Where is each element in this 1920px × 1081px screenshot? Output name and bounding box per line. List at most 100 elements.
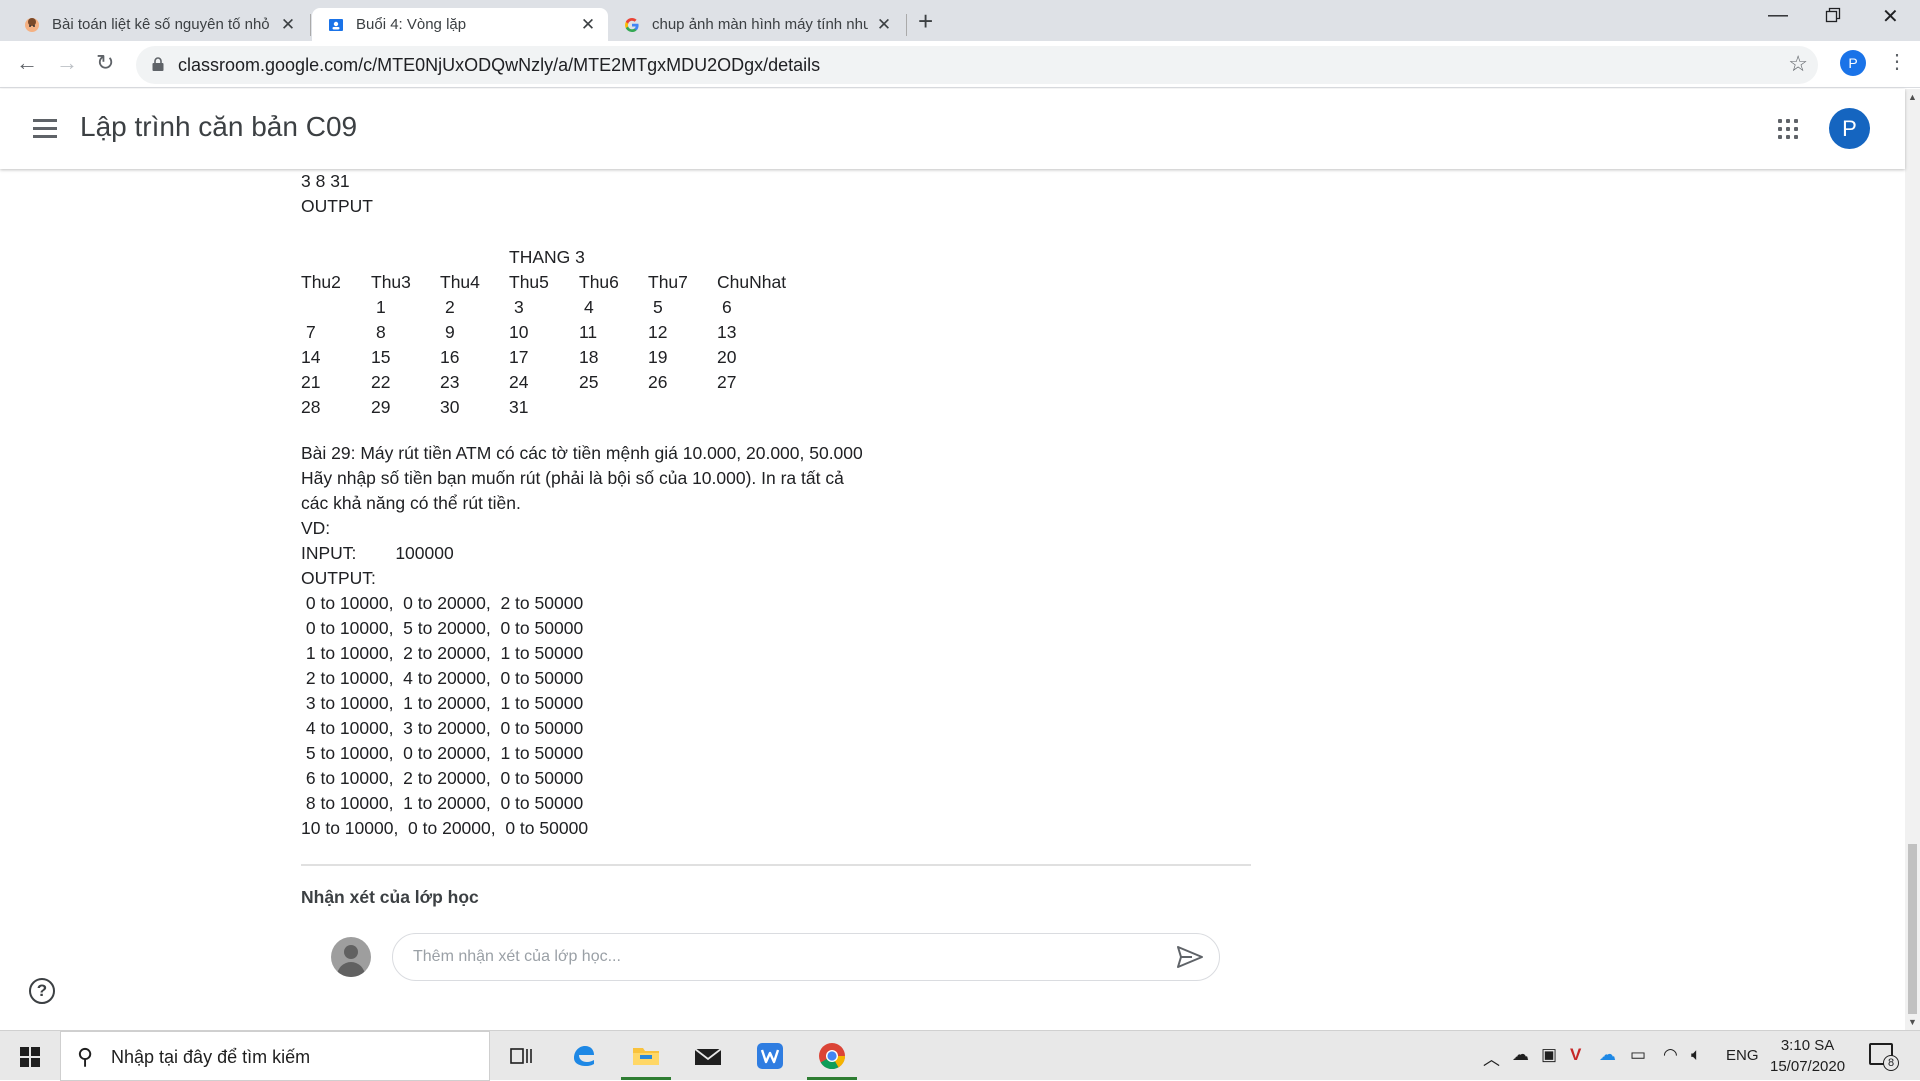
exercise-line: Hãy nhập số tiền bạn muốn rút (phải là b…	[301, 468, 844, 488]
url-text: classroom.google.com/c/MTE0NjUxODQwNzly/…	[178, 55, 821, 75]
browser-tab-strip: Bài toán liệt kê số nguyên tố nhỏ ✕ Buổi…	[0, 0, 1920, 41]
class-comment-input[interactable]	[392, 933, 1220, 981]
calendar-day-header-cell: Thu5	[509, 272, 549, 292]
section-divider	[301, 864, 1251, 866]
scroll-down-arrow-icon[interactable]: ▼	[1908, 1017, 1917, 1027]
exercise-line: 8 to 10000, 1 to 20000, 0 to 50000	[301, 793, 584, 813]
exercise-line: 0 to 10000, 0 to 20000, 2 to 50000	[301, 593, 584, 613]
send-icon[interactable]	[1176, 945, 1204, 969]
menu-icon[interactable]	[33, 119, 57, 143]
new-tab-button[interactable]: +	[918, 6, 933, 37]
scroll-up-arrow-icon[interactable]: ▲	[1908, 92, 1917, 102]
chrome-icon[interactable]	[816, 1040, 848, 1072]
security-icon[interactable]: ▣	[1541, 1045, 1557, 1065]
edge-browser-icon[interactable]	[568, 1040, 600, 1072]
volume-icon[interactable]: 🔈︎	[1691, 1045, 1701, 1065]
classroom-favicon-icon	[329, 18, 343, 31]
page-scrollbar[interactable]: ▲ ▼	[1905, 89, 1920, 1030]
address-bar[interactable]: classroom.google.com/c/MTE0NjUxODQwNzly/…	[136, 46, 1818, 84]
calendar-date-cell: 15	[371, 347, 391, 367]
help-icon[interactable]: ?	[29, 978, 55, 1004]
assignment-details: 3 8 31 OUTPUT THANG 3 Thu2 Thu3 Thu4 Thu5 Th…	[0, 169, 1905, 1030]
output-label: OUTPUT	[301, 196, 373, 216]
calendar-date-cell: 3	[514, 297, 524, 317]
forward-arrow-icon[interactable]: →	[56, 50, 78, 76]
close-tab-icon[interactable]: ✕	[876, 15, 892, 35]
classroom-header: Lập trình căn bản C09 P	[0, 89, 1905, 169]
calendar-date-cell: 18	[579, 347, 599, 367]
wps-writer-icon[interactable]	[754, 1040, 786, 1072]
language-indicator[interactable]: ENG	[1726, 1047, 1759, 1064]
exercise-line: 4 to 10000, 3 to 20000, 0 to 50000	[301, 718, 584, 738]
calendar-date-cell: 16	[440, 347, 460, 367]
browser-tab-3[interactable]: chup ảnh màn hình máy tính như ✕	[608, 8, 904, 41]
show-hidden-icons-icon[interactable]: ︿	[1483, 1045, 1500, 1070]
clock-time: 3:10 SA	[1780, 1037, 1835, 1054]
calendar-day-header-cell: Thu4	[440, 272, 480, 292]
close-tab-icon[interactable]: ✕	[580, 15, 596, 35]
browser-tab-2[interactable]: Buổi 4: Vòng lặp ✕	[312, 8, 608, 41]
tab-title: Bài toán liệt kê số nguyên tố nhỏ	[52, 16, 270, 33]
calendar-date-cell: 6	[722, 297, 732, 317]
clock-date: 15/07/2020	[1770, 1058, 1846, 1075]
account-avatar[interactable]: P	[1829, 108, 1870, 149]
close-tab-icon[interactable]: ✕	[280, 15, 296, 35]
reload-icon[interactable]: ↻	[96, 50, 114, 76]
notification-count-badge: 8	[1883, 1055, 1899, 1071]
battery-icon[interactable]: ▭	[1630, 1045, 1646, 1065]
calendar-date-cell: 30	[440, 397, 460, 417]
input-example-line: 3 8 31	[301, 171, 350, 191]
calendar-date-cell: 20	[717, 347, 737, 367]
network-cloud-icon[interactable]: ☁	[1512, 1045, 1529, 1065]
system-clock[interactable]: 3:10 SA 15/07/2020	[1770, 1035, 1845, 1077]
calendar-date-cell: 2	[445, 297, 455, 317]
back-arrow-icon[interactable]: ←	[16, 50, 38, 76]
mail-icon[interactable]	[692, 1040, 724, 1072]
user-avatar-icon	[331, 937, 371, 977]
tab-separator	[310, 14, 311, 36]
calendar-date-cell: 29	[371, 397, 391, 417]
taskbar-search-box[interactable]: ⚲ Nhập tại đây để tìm kiếm	[60, 1031, 490, 1081]
browser-tab-1[interactable]: Bài toán liệt kê số nguyên tố nhỏ ✕	[8, 8, 308, 41]
bookmark-star-icon[interactable]: ☆	[1788, 51, 1808, 77]
antivirus-icon[interactable]: V	[1570, 1045, 1581, 1065]
calendar-date-cell: 26	[648, 372, 668, 392]
restore-window-icon[interactable]	[1825, 6, 1841, 29]
calendar-date-cell: 31	[509, 397, 529, 417]
exercise-line: 2 to 10000, 4 to 20000, 0 to 50000	[301, 668, 584, 688]
file-explorer-icon[interactable]	[630, 1040, 662, 1072]
calendar-day-header-cell: Thu3	[371, 272, 411, 292]
calendar-date-cell: 25	[579, 372, 599, 392]
calendar-date-cell: 28	[301, 397, 321, 417]
calendar-date-cell: 1	[376, 297, 386, 317]
calendar-day-header-cell: Thu2	[301, 272, 341, 292]
calendar-date-cell: 9	[445, 322, 455, 342]
class-title[interactable]: Lập trình căn bản C09	[80, 111, 357, 143]
wifi-icon[interactable]: ◠	[1663, 1045, 1678, 1065]
tab-separator	[906, 14, 907, 36]
exercise-line: 10 to 10000, 0 to 20000, 0 to 50000	[301, 818, 589, 838]
windows-taskbar: ⚲ Nhập tại đây để tìm kiếm ︿ ☁ ▣ V ☁ ▭ ◠…	[0, 1030, 1920, 1081]
calendar-date-cell: 27	[717, 372, 737, 392]
exercise-line: các khả năng có thể rút tiền.	[301, 493, 521, 513]
windows-start-icon[interactable]	[20, 1047, 40, 1067]
calendar-day-header-cell: Thu7	[648, 272, 688, 292]
calendar-date-cell: 14	[301, 347, 321, 367]
browser-menu-icon[interactable]: ⋮	[1887, 49, 1907, 74]
exercise-line: INPUT: 100000	[301, 543, 454, 563]
google-apps-icon[interactable]	[1778, 119, 1798, 139]
browser-profile-avatar[interactable]: P	[1840, 50, 1866, 76]
calendar-date-cell: 13	[717, 322, 737, 342]
calendar-date-cell: 11	[579, 322, 598, 342]
taskbar-search-placeholder: Nhập tại đây để tìm kiếm	[111, 1047, 311, 1067]
scrollbar-thumb[interactable]	[1908, 844, 1917, 1014]
exercise-line: Bài 29: Máy rút tiền ATM có các tờ tiền …	[301, 443, 863, 463]
action-center-icon[interactable]: 8	[1869, 1043, 1899, 1071]
calendar-date-cell: 17	[509, 347, 529, 367]
task-view-icon[interactable]	[505, 1040, 537, 1072]
close-window-icon[interactable]: ✕	[1882, 4, 1899, 29]
minimize-window-icon[interactable]: —	[1768, 4, 1788, 27]
person-favicon-icon	[25, 17, 39, 32]
onedrive-icon[interactable]: ☁	[1599, 1045, 1616, 1065]
calendar-date-cell: 8	[376, 322, 386, 342]
